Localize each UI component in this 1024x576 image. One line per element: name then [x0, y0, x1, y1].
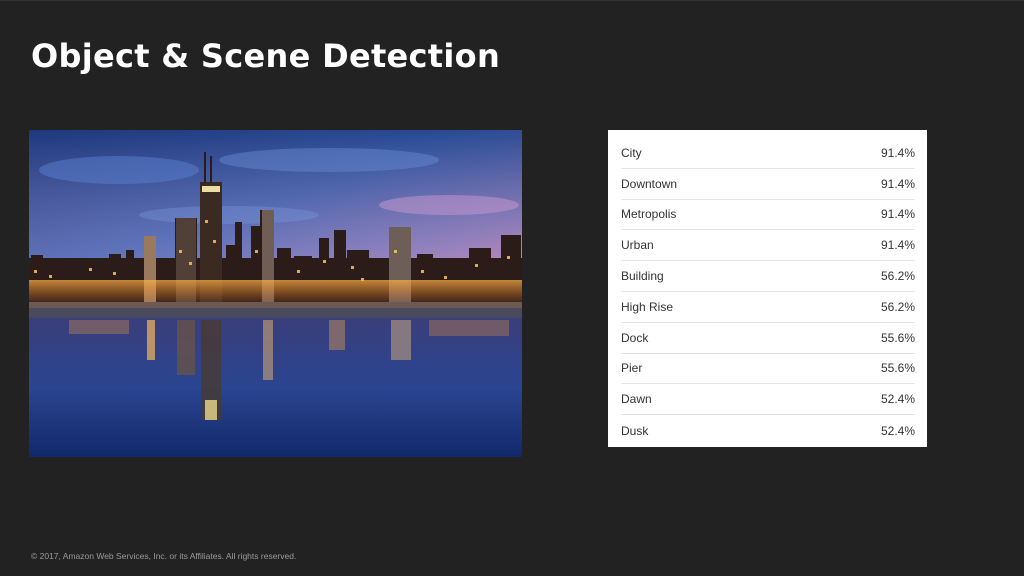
slide-title: Object & Scene Detection: [31, 37, 501, 75]
label-row: Building 56.2%: [621, 261, 915, 292]
label-name: Dock: [621, 330, 649, 345]
label-confidence: 52.4%: [880, 392, 915, 407]
label-row: Downtown 91.4%: [621, 169, 915, 200]
label-confidence: 55.6%: [880, 330, 915, 345]
label-confidence: 91.4%: [880, 176, 915, 191]
label-row: High Rise 56.2%: [621, 292, 915, 323]
label-confidence: 91.4%: [880, 238, 915, 253]
skyline-photo: [29, 130, 522, 457]
label-confidence: 91.4%: [880, 207, 915, 222]
copyright-notice: © 2017, Amazon Web Services, Inc. or its…: [31, 551, 297, 561]
label-confidence: 52.4%: [880, 423, 915, 438]
label-name: Dusk: [621, 423, 649, 438]
label-row: City 91.4%: [621, 138, 915, 169]
label-row: Urban 91.4%: [621, 230, 915, 262]
label-confidence: 91.4%: [880, 145, 915, 160]
label-row: Dawn 52.4%: [621, 384, 915, 416]
detection-labels-table: City 91.4% Downtown 91.4% Metropolis 91.…: [608, 130, 927, 447]
label-name: City: [621, 145, 642, 160]
label-name: Dawn: [621, 392, 652, 407]
label-name: High Rise: [621, 299, 674, 314]
label-row: Metropolis 91.4%: [621, 200, 915, 231]
label-name: Pier: [621, 361, 643, 376]
slide: Object & Scene Detection City 91.4% Down…: [0, 0, 1024, 576]
label-row: Dusk 52.4%: [621, 415, 915, 446]
label-confidence: 56.2%: [880, 269, 915, 284]
label-row: Pier 55.6%: [621, 354, 915, 385]
label-row: Dock 55.6%: [621, 323, 915, 354]
label-name: Building: [621, 269, 664, 284]
label-name: Urban: [621, 238, 654, 253]
label-confidence: 56.2%: [880, 299, 915, 314]
label-name: Downtown: [621, 176, 678, 191]
skyline-illustration: [29, 130, 522, 457]
label-confidence: 55.6%: [880, 361, 915, 376]
label-name: Metropolis: [621, 207, 677, 222]
